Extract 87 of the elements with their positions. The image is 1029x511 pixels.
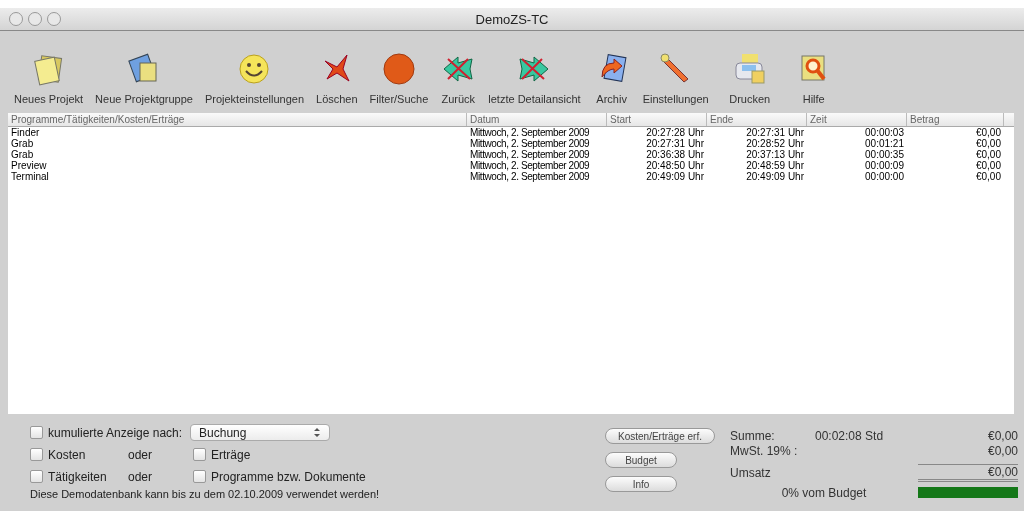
table-cell-text: 00:01:21 bbox=[864, 138, 905, 149]
circle-icon bbox=[383, 53, 415, 85]
table-cell-text: Grab bbox=[10, 149, 35, 160]
table-cell-text: 20:27:31 Uhr bbox=[745, 127, 805, 138]
connector-text: oder bbox=[128, 469, 154, 484]
table-cell-text: Grab bbox=[10, 138, 35, 149]
cross-icon bbox=[324, 54, 350, 82]
notice-text: Diese Demodatenbank kann bis zu dem 02.10.2009 verwendet werden! bbox=[30, 488, 381, 500]
table-cell-text: 00:00:09 bbox=[864, 160, 905, 171]
push-button[interactable]: Budget bbox=[605, 452, 677, 468]
toolbar-button[interactable]: Archiv bbox=[586, 51, 637, 105]
toolbar-button[interactable]: letzte Detailansicht bbox=[482, 51, 587, 105]
sum-amount: €0,00 bbox=[986, 428, 1018, 443]
table-cell-text: 20:48:50 Uhr bbox=[645, 160, 705, 171]
checkbox[interactable] bbox=[30, 426, 43, 439]
zoom-button[interactable] bbox=[47, 12, 61, 26]
table-cell-text: €0,00 bbox=[974, 160, 1002, 171]
smiley-icon bbox=[239, 54, 269, 84]
table-cell-text: 20:49:09 Uhr bbox=[645, 171, 705, 182]
archive-icon bbox=[601, 54, 627, 82]
minimize-button[interactable] bbox=[28, 12, 42, 26]
documents-icon bbox=[33, 55, 62, 86]
table-cell-text: 20:48:59 Uhr bbox=[745, 160, 805, 171]
checkbox-label: Kosten bbox=[48, 447, 87, 462]
budget-label: 0% vom Budget bbox=[780, 485, 868, 500]
connector-text: oder bbox=[128, 447, 154, 462]
table-cell-text: 00:00:03 bbox=[864, 127, 905, 138]
dropdown[interactable]: Buchung bbox=[190, 424, 331, 441]
push-button[interactable]: Kosten/Erträge erf. bbox=[605, 428, 715, 444]
toolbar-button[interactable]: Hilfe bbox=[784, 51, 843, 105]
checkbox-label: Erträge bbox=[211, 447, 251, 462]
vat-amount: €0,00 bbox=[986, 444, 1018, 458]
toolbar-button[interactable]: Filter/Suche bbox=[363, 51, 435, 105]
table-cell-text: Terminal bbox=[10, 171, 50, 182]
checkbox-label: Tätigkeiten bbox=[48, 469, 108, 484]
checkbox-label: kumulierte Anzeige nach: bbox=[48, 425, 183, 440]
column-header[interactable]: Start bbox=[607, 113, 707, 126]
table-cell-text: 20:36:38 Uhr bbox=[645, 149, 705, 160]
toolbar-button[interactable]: Neue Projektgruppe bbox=[89, 51, 199, 105]
checkbox[interactable] bbox=[193, 448, 206, 461]
toolbar-button[interactable]: Drucken bbox=[714, 51, 785, 105]
toolbar-button[interactable]: Löschen bbox=[310, 51, 364, 105]
column-header[interactable]: Programme/Tätigkeiten/Kosten/Erträge bbox=[8, 113, 467, 126]
stepper-arrows-icon bbox=[313, 427, 322, 438]
checkbox[interactable] bbox=[30, 470, 43, 483]
column-header[interactable]: Zeit bbox=[807, 113, 907, 126]
table-cell-text: €0,00 bbox=[974, 127, 1002, 138]
table-cell-text: €0,00 bbox=[974, 138, 1002, 149]
pen-icon bbox=[660, 53, 689, 83]
table-cell-text: 20:27:28 Uhr bbox=[645, 127, 705, 138]
checkbox[interactable] bbox=[30, 448, 43, 461]
table-cell-text: Mittwoch, 2. September 2009 bbox=[469, 149, 591, 160]
forward-arrow-icon bbox=[519, 56, 549, 82]
table-cell-text: 20:28:52 Uhr bbox=[745, 138, 805, 149]
table-cell-text: Mittwoch, 2. September 2009 bbox=[469, 171, 591, 182]
vat-label: MwSt. 19% : bbox=[730, 444, 799, 458]
table-cell-text: Preview bbox=[10, 160, 48, 171]
magnifier-icon bbox=[801, 55, 826, 81]
column-header[interactable]: Betrag bbox=[907, 113, 1004, 126]
checkbox-label: Programme bzw. Dokumente bbox=[211, 469, 366, 484]
table-cell-text: 00:00:35 bbox=[864, 149, 905, 160]
table-cell-text: 20:37:13 Uhr bbox=[745, 149, 805, 160]
table-cell-text: 20:27:31 Uhr bbox=[645, 138, 705, 149]
sum-time: 00:02:08 Std bbox=[815, 428, 885, 443]
toolbar-button[interactable]: Einstellungen bbox=[636, 51, 715, 105]
toolbar-button[interactable]: Neues Projekt bbox=[8, 51, 90, 105]
toolbar-button[interactable]: Projekteinstellungen bbox=[198, 51, 310, 105]
window-title: DemoZS-TC bbox=[475, 11, 549, 27]
revenue-amount: €0,00 bbox=[918, 463, 1018, 482]
checkbox[interactable] bbox=[193, 470, 206, 483]
column-header[interactable]: Ende bbox=[707, 113, 807, 126]
column-header[interactable]: Datum bbox=[467, 113, 607, 126]
printer-icon bbox=[735, 54, 765, 84]
table-cell-text: Mittwoch, 2. September 2009 bbox=[469, 160, 591, 171]
table-cell-text: Mittwoch, 2. September 2009 bbox=[469, 127, 591, 138]
revenue-label: Umsatz bbox=[730, 465, 772, 480]
table-cell-text: Finder bbox=[10, 127, 41, 138]
toolbar-button[interactable]: Zurück bbox=[434, 51, 483, 105]
table-cell-text: €0,00 bbox=[974, 171, 1002, 182]
table-cell-text: Mittwoch, 2. September 2009 bbox=[469, 138, 591, 149]
table-cell-text: 20:49:09 Uhr bbox=[745, 171, 805, 182]
push-button[interactable]: Info bbox=[605, 476, 677, 492]
sum-label: Summe: bbox=[730, 428, 776, 443]
table-cell-text: 00:00:00 bbox=[864, 171, 905, 182]
back-arrow-icon bbox=[443, 56, 473, 82]
table-cell-text: €0,00 bbox=[974, 149, 1002, 160]
close-button[interactable] bbox=[9, 12, 23, 26]
